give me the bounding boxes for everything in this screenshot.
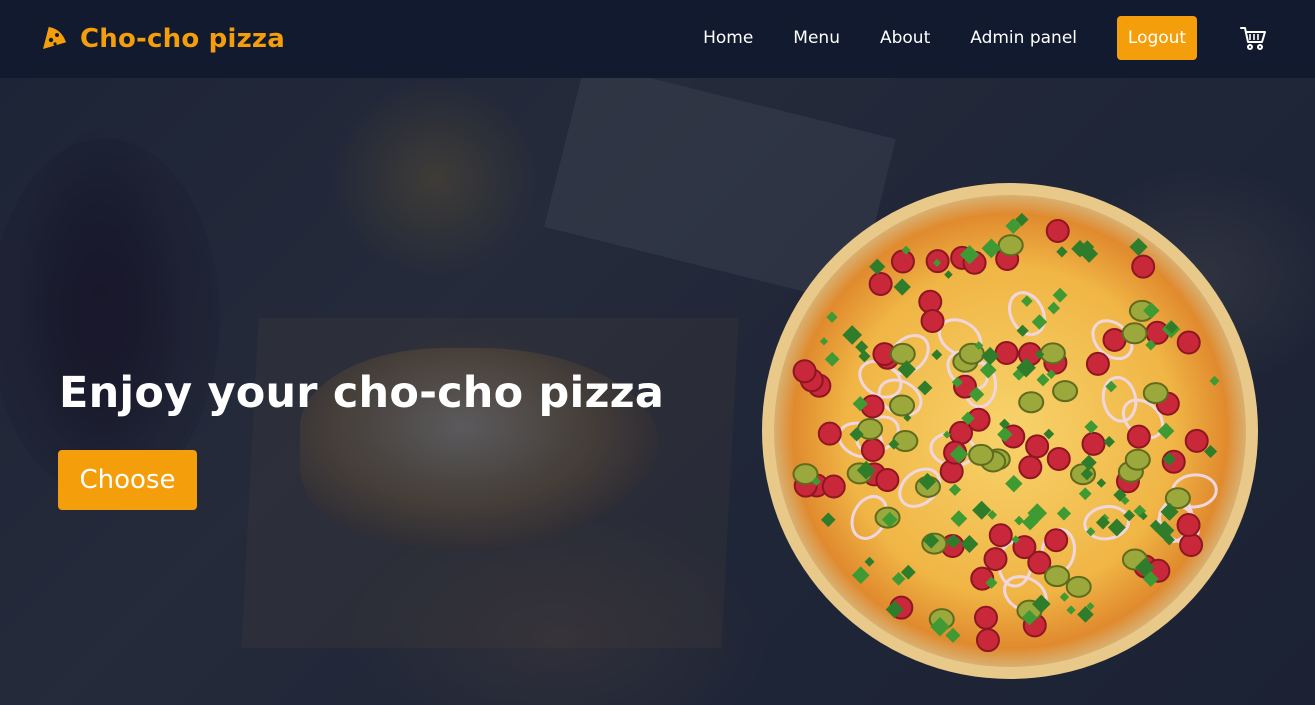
nav-admin-panel-link[interactable]: Admin panel — [970, 16, 1077, 60]
brand[interactable]: Cho-cho pizza — [40, 22, 285, 56]
cart-icon[interactable] — [1239, 24, 1267, 52]
nav-home-link[interactable]: Home — [703, 16, 753, 60]
hero-title: Enjoy your cho-cho pizza — [59, 368, 665, 418]
nav-menu-link[interactable]: Menu — [793, 16, 840, 60]
hero-section: Enjoy your cho-cho pizza Choose — [0, 78, 1315, 705]
nav-links: Home Menu About Admin panel Logout — [703, 16, 1267, 60]
logout-button[interactable]: Logout — [1117, 16, 1197, 60]
pizza-slice-icon — [40, 22, 70, 56]
brand-name: Cho-cho pizza — [80, 24, 286, 54]
navbar: Cho-cho pizza Home Menu About Admin pane… — [0, 0, 1315, 78]
pizza-image — [762, 183, 1258, 679]
choose-button[interactable]: Choose — [58, 450, 197, 510]
nav-about-link[interactable]: About — [880, 16, 930, 60]
